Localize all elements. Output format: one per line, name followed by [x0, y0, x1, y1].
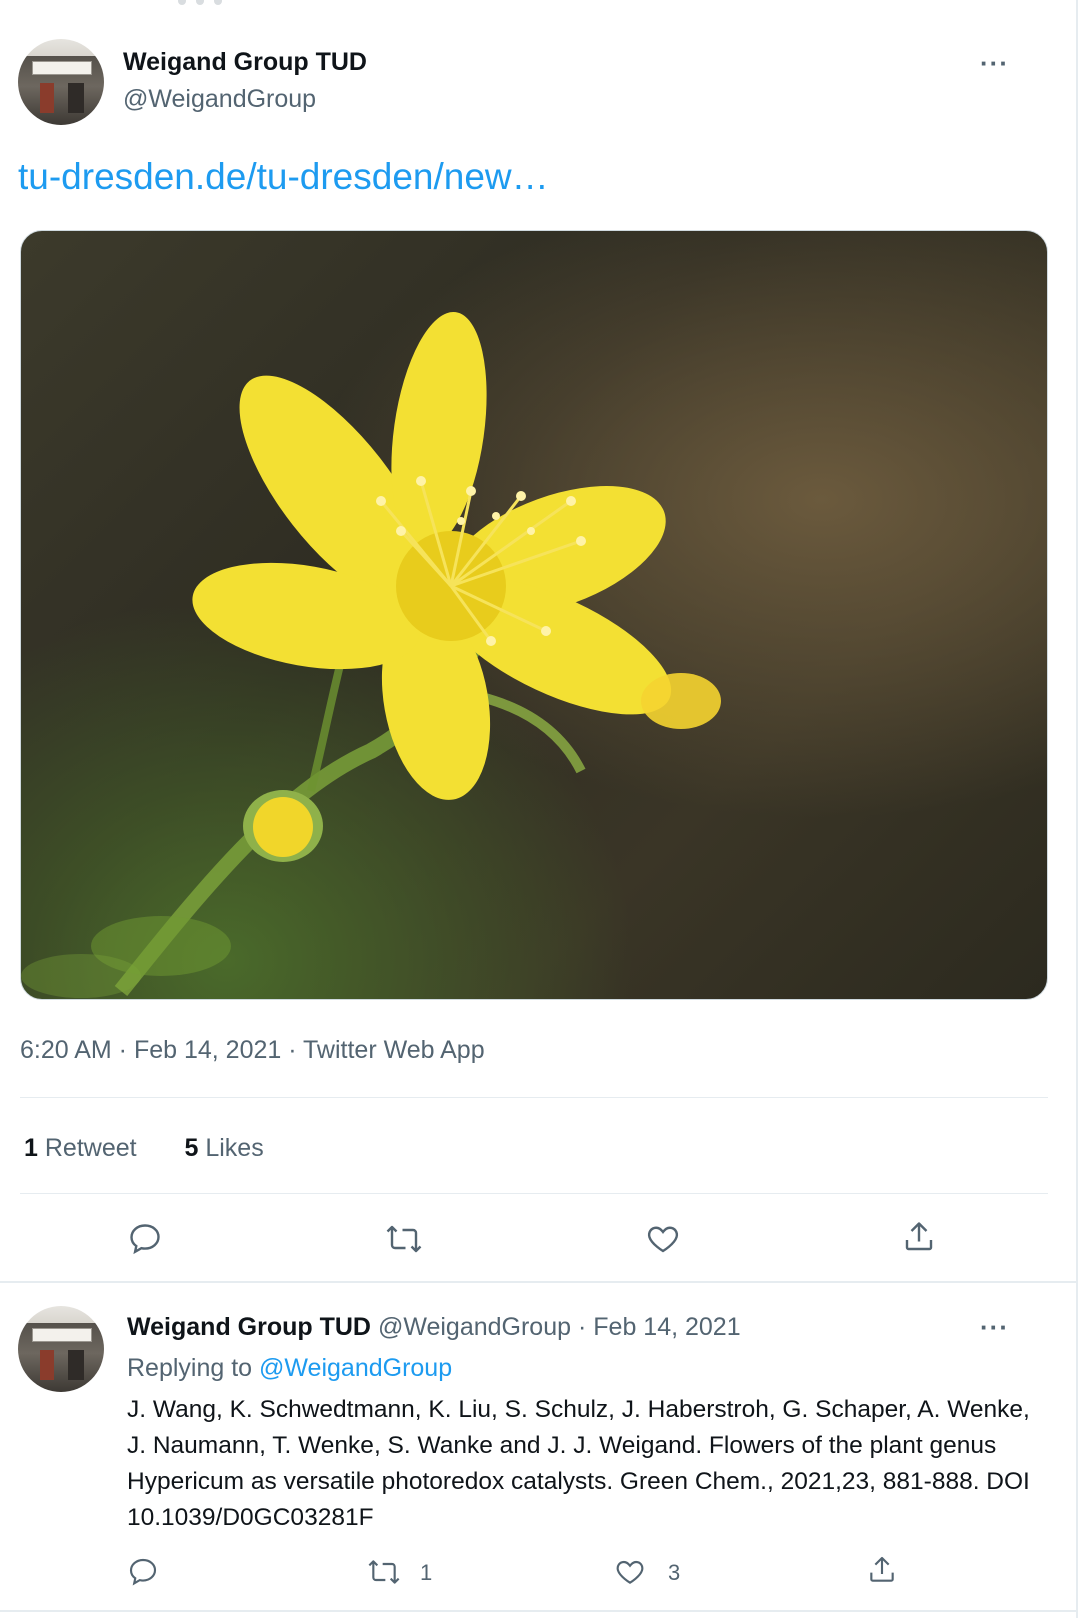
reply-like-icon[interactable]: [614, 1556, 646, 1593]
reply-author-name[interactable]: Weigand Group TUD: [127, 1313, 371, 1341]
divider: [20, 1193, 1048, 1194]
right-divider: [1076, 0, 1078, 1618]
tweet-timestamp[interactable]: 6:20 AM · Feb 14, 2021 · Twitter Web App: [20, 1036, 485, 1065]
reply-more-options-icon[interactable]: ···: [980, 1312, 1009, 1343]
previous-tweet-edge: [0, 0, 1076, 8]
like-icon[interactable]: [645, 1221, 681, 1262]
retweets-stat[interactable]: 1 Retweet: [24, 1134, 137, 1162]
reply-icon[interactable]: [127, 1221, 163, 1262]
author-avatar[interactable]: [18, 39, 104, 125]
author-name[interactable]: Weigand Group TUD: [123, 48, 367, 77]
reply-date[interactable]: Feb 14, 2021: [593, 1313, 740, 1341]
retweets-count: 1: [24, 1134, 38, 1162]
divider: [0, 1281, 1076, 1283]
reply-like-count: 3: [668, 1560, 681, 1585]
reply-retweet-icon[interactable]: [366, 1556, 402, 1593]
flower-photo-illustration: [21, 312, 721, 998]
reply-author-avatar[interactable]: [18, 1306, 104, 1392]
reply-header: Weigand Group TUD @WeigandGroup · Feb 14…: [127, 1313, 741, 1342]
replying-label: Replying to: [127, 1354, 253, 1382]
tweet-link[interactable]: tu-dresden.de/tu-dresden/new…: [18, 156, 549, 198]
likes-stat[interactable]: 5 Likes: [184, 1134, 263, 1162]
more-options-icon[interactable]: ···: [980, 48, 1009, 79]
reply-share-icon[interactable]: [866, 1554, 898, 1591]
reply-retweet-count: 1: [420, 1560, 433, 1585]
separator-dot: ·: [577, 1313, 587, 1341]
likes-label: Likes: [205, 1134, 264, 1162]
reply-author-handle[interactable]: @WeigandGroup: [378, 1313, 571, 1341]
retweets-label: Retweet: [44, 1134, 137, 1162]
reply-text: J. Wang, K. Schwedtmann, K. Liu, S. Schu…: [127, 1396, 1030, 1531]
author-handle[interactable]: @WeigandGroup: [123, 85, 316, 114]
replying-to: Replying to @WeigandGroup: [127, 1354, 452, 1383]
replying-mention[interactable]: @WeigandGroup: [259, 1354, 452, 1382]
tweet-stats: 1 Retweet 5 Likes: [24, 1134, 264, 1163]
share-icon[interactable]: [901, 1219, 937, 1260]
bottom-divider: [0, 1610, 1076, 1612]
tweet-photo[interactable]: [20, 230, 1048, 1000]
retweet-icon[interactable]: [384, 1221, 424, 1262]
likes-count: 5: [184, 1134, 199, 1162]
divider: [20, 1097, 1048, 1098]
reply-reply-icon[interactable]: [127, 1556, 159, 1593]
